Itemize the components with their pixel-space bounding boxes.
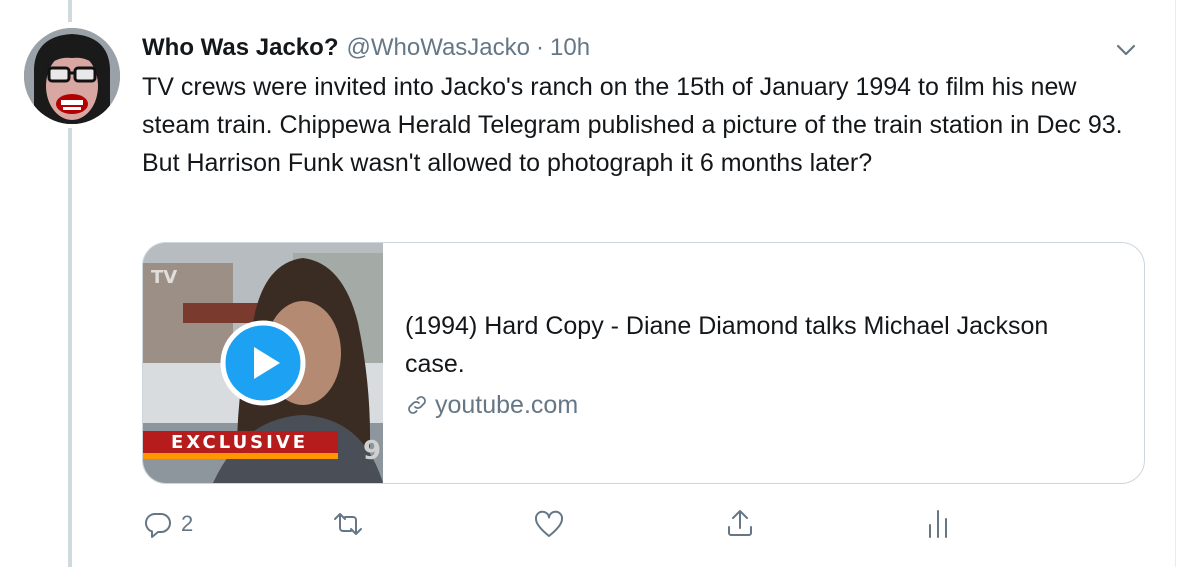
reply-icon xyxy=(144,512,171,538)
analytics-icon xyxy=(929,510,947,538)
svg-text:9: 9 xyxy=(363,436,381,466)
retweet-button[interactable] xyxy=(332,509,372,539)
share-button[interactable] xyxy=(725,507,755,539)
action-bar: 2 xyxy=(0,505,1200,545)
author-handle[interactable]: @WhoWasJacko xyxy=(346,28,530,68)
card-domain-text: youtube.com xyxy=(435,391,579,419)
timeline-border xyxy=(1175,0,1176,567)
timestamp[interactable]: 10h xyxy=(550,28,590,68)
heart-icon xyxy=(534,510,564,537)
card-thumbnail[interactable]: EXCLUSIVE 9 TV xyxy=(143,243,383,483)
avatar[interactable] xyxy=(24,28,120,124)
avatar-image xyxy=(24,28,120,124)
card-info: (1994) Hard Copy - Diane Diamond talks M… xyxy=(405,307,1105,425)
card-title: (1994) Hard Copy - Diane Diamond talks M… xyxy=(405,312,1049,378)
chevron-down-icon[interactable] xyxy=(1112,36,1140,64)
analytics-button[interactable] xyxy=(924,507,952,539)
svg-text:TV: TV xyxy=(151,267,177,288)
tweet: Who Was Jacko? @WhoWasJacko · 10h TV cre… xyxy=(142,28,1152,182)
thread-line-bottom xyxy=(68,128,72,567)
link-card[interactable]: EXCLUSIVE 9 TV (1994) Hard Copy - Diane … xyxy=(142,242,1145,484)
header-separator: · xyxy=(536,34,544,61)
exclusive-badge: EXCLUSIVE xyxy=(171,432,308,453)
link-icon xyxy=(408,396,426,414)
reply-count: 2 xyxy=(181,511,194,536)
card-domain: youtube.com xyxy=(405,385,1105,425)
like-button[interactable] xyxy=(533,509,573,539)
tweet-header: Who Was Jacko? @WhoWasJacko · 10h xyxy=(142,28,1152,68)
thread-line-top xyxy=(68,0,72,22)
author-name[interactable]: Who Was Jacko? xyxy=(142,28,338,68)
reply-button[interactable]: 2 xyxy=(143,509,193,539)
play-icon[interactable] xyxy=(220,320,306,406)
tweet-text: TV crews were invited into Jacko's ranch… xyxy=(142,73,1123,177)
share-icon xyxy=(728,510,752,536)
retweet-icon xyxy=(334,513,362,535)
